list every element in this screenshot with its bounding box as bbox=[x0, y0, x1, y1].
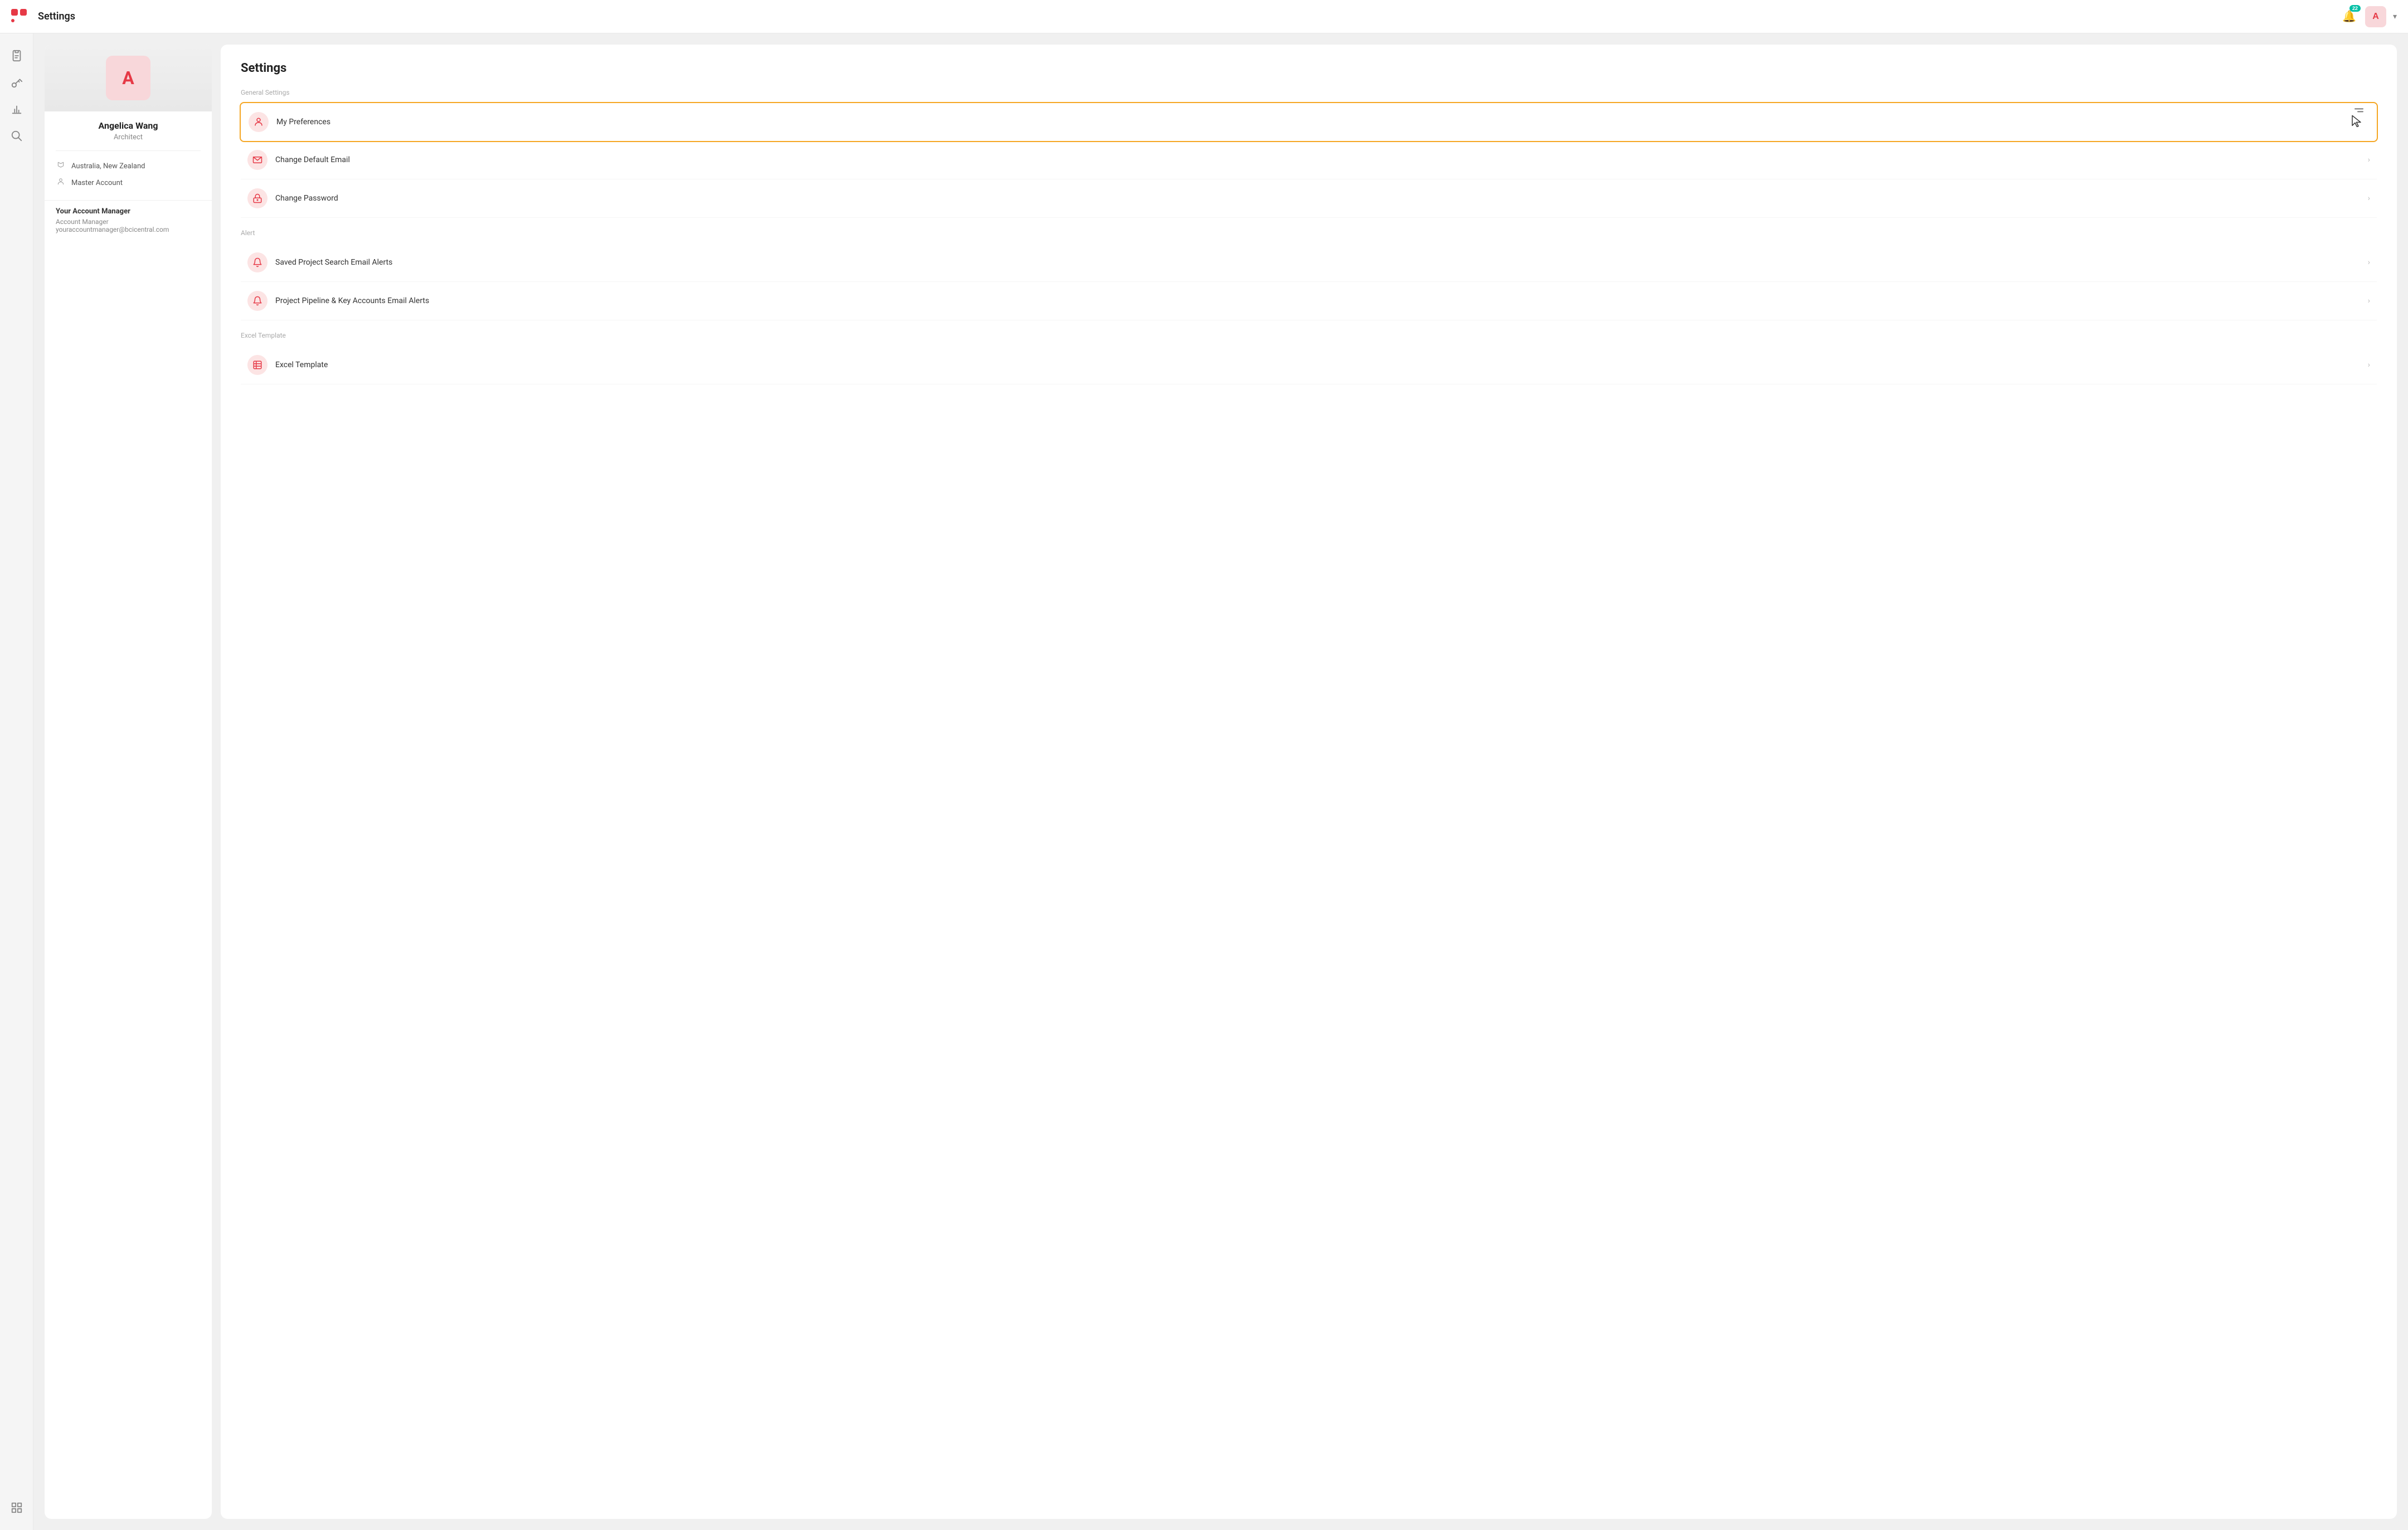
sidebar-item-search[interactable] bbox=[6, 125, 28, 147]
navbar: Settings 22 🔔 A ▾ bbox=[0, 0, 2408, 33]
navbar-actions: 22 🔔 A ▾ bbox=[2340, 6, 2397, 27]
settings-panel: Settings General Settings My Preferences bbox=[221, 45, 2397, 1519]
account-manager-section: Your Account Manager Account Manager you… bbox=[45, 200, 212, 245]
sidebar-item-key[interactable] bbox=[6, 71, 28, 94]
settings-item-saved-search[interactable]: Saved Project Search Email Alerts › bbox=[241, 243, 2377, 282]
settings-item-my-preferences[interactable]: My Preferences bbox=[240, 102, 2378, 142]
main-layout: A Angelica Wang Architect Australia, New… bbox=[0, 33, 2408, 1530]
account-manager-title: Your Account Manager bbox=[56, 207, 201, 216]
alert-section-label: Alert bbox=[241, 229, 2377, 237]
saved-search-icon-wrap bbox=[247, 252, 267, 272]
sidebar-item-grid[interactable] bbox=[6, 1497, 28, 1519]
bell-icon: 🔔 bbox=[2342, 11, 2356, 23]
general-settings-label: General Settings bbox=[241, 89, 2377, 96]
sidebar-icons bbox=[0, 33, 33, 1530]
my-preferences-label: My Preferences bbox=[276, 118, 2369, 126]
flag-icon bbox=[56, 161, 66, 171]
pipeline-alerts-chevron: › bbox=[2368, 296, 2370, 305]
profile-card: A Angelica Wang Architect Australia, New… bbox=[45, 45, 212, 1519]
pipeline-alerts-icon-wrap bbox=[247, 291, 267, 311]
profile-role: Architect bbox=[56, 133, 201, 142]
excel-template-chevron: › bbox=[2368, 360, 2370, 369]
change-password-chevron: › bbox=[2368, 194, 2370, 203]
notification-badge: 22 bbox=[2349, 5, 2361, 12]
change-password-label: Change Password bbox=[275, 194, 2363, 203]
profile-avatar-large: A bbox=[106, 56, 150, 100]
chevron-down-icon[interactable]: ▾ bbox=[2393, 12, 2397, 21]
saved-search-chevron: › bbox=[2368, 258, 2370, 267]
change-email-icon-wrap bbox=[247, 150, 267, 170]
excel-section-label: Excel Template bbox=[241, 332, 2377, 339]
settings-item-pipeline-alerts[interactable]: Project Pipeline & Key Accounts Email Al… bbox=[241, 282, 2377, 320]
profile-location: Australia, New Zealand bbox=[71, 162, 145, 170]
logo-grid-icon bbox=[11, 9, 27, 25]
notification-button[interactable]: 22 🔔 bbox=[2340, 7, 2358, 26]
excel-template-icon-wrap bbox=[247, 355, 267, 375]
user-avatar-button[interactable]: A bbox=[2365, 6, 2386, 27]
change-email-chevron: › bbox=[2368, 155, 2370, 164]
profile-name: Angelica Wang bbox=[56, 120, 201, 131]
app-logo bbox=[11, 9, 27, 25]
change-email-label: Change Default Email bbox=[275, 155, 2363, 164]
sidebar-item-clipboard[interactable] bbox=[6, 45, 28, 67]
profile-location-row: Australia, New Zealand bbox=[56, 158, 201, 174]
settings-item-change-password[interactable]: Change Password › bbox=[241, 179, 2377, 218]
sidebar-item-chart[interactable] bbox=[6, 98, 28, 120]
settings-item-excel-template[interactable]: Excel Template › bbox=[241, 346, 2377, 384]
settings-title: Settings bbox=[241, 61, 2377, 75]
page-title: Settings bbox=[38, 11, 2340, 22]
change-password-icon-wrap bbox=[247, 188, 267, 208]
settings-item-change-email[interactable]: Change Default Email › bbox=[241, 141, 2377, 179]
content-area: A Angelica Wang Architect Australia, New… bbox=[33, 33, 2408, 1530]
profile-account-row: Master Account bbox=[56, 174, 201, 191]
person-icon bbox=[56, 178, 66, 188]
excel-template-label: Excel Template bbox=[275, 360, 2363, 369]
profile-card-body: Angelica Wang Architect Australia, New Z… bbox=[45, 111, 212, 200]
account-manager-role: Account Manager bbox=[56, 218, 201, 226]
profile-account-type: Master Account bbox=[71, 179, 123, 187]
profile-card-header: A bbox=[45, 45, 212, 111]
account-manager-email: youraccountmanager@bcicentral.com bbox=[56, 226, 201, 233]
saved-search-label: Saved Project Search Email Alerts bbox=[275, 258, 2363, 267]
pipeline-alerts-label: Project Pipeline & Key Accounts Email Al… bbox=[275, 296, 2363, 305]
my-preferences-icon-wrap bbox=[249, 112, 269, 132]
